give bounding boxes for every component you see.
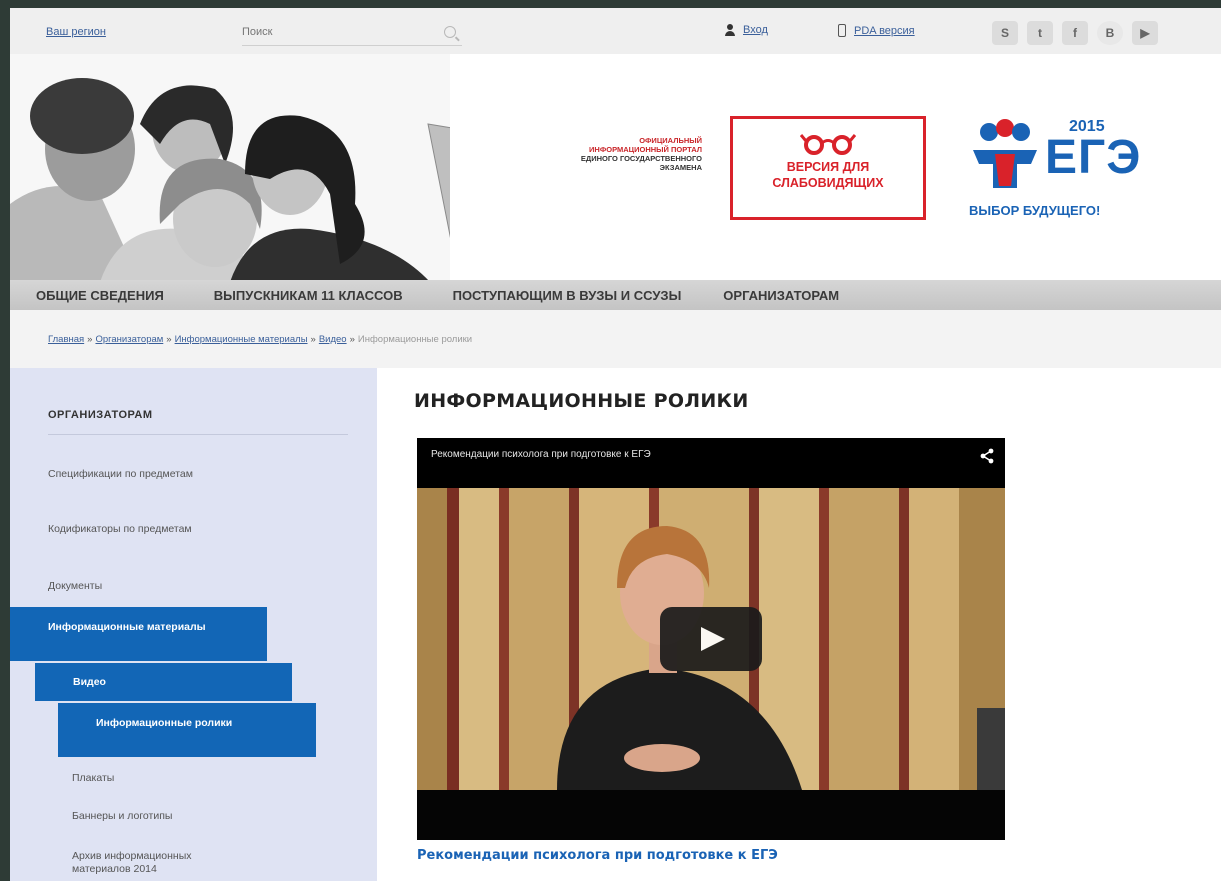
share-icon[interactable] xyxy=(979,448,995,464)
login-link[interactable]: Вход xyxy=(725,24,768,36)
sidebar-item-archive[interactable]: Архив информационных материалов 2014 xyxy=(72,850,212,876)
sidebar-item-codifiers[interactable]: Кодификаторы по предметам xyxy=(48,523,218,536)
sidebar-item-video[interactable]: Видео xyxy=(35,663,292,701)
youtube-icon[interactable]: ▶ xyxy=(1132,21,1158,45)
logo-word: ЕГЭ xyxy=(1045,131,1142,184)
phone-icon xyxy=(838,24,846,37)
video-caption-link[interactable]: Рекомендации психолога при подготовке к … xyxy=(417,848,778,863)
breadcrumb-separator: » xyxy=(87,334,93,345)
nav-organizers[interactable]: ОРГАНИЗАТОРАМ xyxy=(723,288,839,303)
video-title[interactable]: Рекомендации психолога при подготовке к … xyxy=(431,449,651,460)
breadcrumb-info-materials[interactable]: Информационные материалы xyxy=(175,334,308,345)
skype-icon[interactable]: S xyxy=(992,21,1018,45)
glasses-icon xyxy=(800,134,856,155)
students-photo xyxy=(10,54,450,282)
sidebar-divider xyxy=(48,434,348,435)
portal-line-3: ЕДИНОГО ГОСУДАРСТВЕННОГО xyxy=(580,154,702,163)
portal-description: ОФИЦИАЛЬНЫЙ ИНФОРМАЦИОННЫЙ ПОРТАЛ ЕДИНОГ… xyxy=(472,136,702,172)
play-button[interactable] xyxy=(660,607,762,671)
page-title: ИНФОРМАЦИОННЫЕ РОЛИКИ xyxy=(414,390,749,412)
low-vision-button[interactable]: ВЕРСИЯ ДЛЯ СЛАБОВИДЯЩИХ xyxy=(730,116,926,220)
portal-line-2: ИНФОРМАЦИОННЫЙ ПОРТАЛ xyxy=(589,145,702,154)
pda-version-link[interactable]: PDA версия xyxy=(838,24,915,37)
breadcrumb-current: Информационные ролики xyxy=(357,334,473,345)
page: Ваш регион Вход PDA версия S t f B ▶ xyxy=(10,8,1221,881)
facebook-icon[interactable]: f xyxy=(1062,21,1088,45)
video-title-bar: Рекомендации психолога при подготовке к … xyxy=(417,438,1005,488)
breadcrumb-organizers[interactable]: Организаторам xyxy=(95,334,163,345)
sidebar-title: ОРГАНИЗАТОРАМ xyxy=(48,409,153,421)
breadcrumb-home[interactable]: Главная xyxy=(48,334,84,345)
ege-logo[interactable]: 2015 ЕГЭ ВЫБОР БУДУЩЕГО! xyxy=(965,116,1185,236)
breadcrumb-separator: » xyxy=(349,334,355,345)
ege-emblem-icon xyxy=(973,119,1037,188)
pda-label[interactable]: PDA версия xyxy=(854,25,915,37)
sidebar-item-documents[interactable]: Документы xyxy=(48,580,218,593)
portal-line-1: ОФИЦИАЛЬНЫЙ xyxy=(639,136,702,145)
video-control-bar xyxy=(417,790,1005,840)
user-icon xyxy=(725,24,735,36)
breadcrumb-separator: » xyxy=(166,334,172,345)
breadcrumb: Главная» Организаторам» Информационные мат… xyxy=(48,334,472,345)
logo-tagline: ВЫБОР БУДУЩЕГО! xyxy=(969,203,1101,218)
top-bar: Ваш регион Вход PDA версия S t f B ▶ xyxy=(10,8,1221,55)
search-icon[interactable] xyxy=(444,26,456,38)
search-box[interactable] xyxy=(242,21,462,46)
nav-applicants[interactable]: ПОСТУПАЮЩИМ В ВУЗЫ И ССУЗЫ xyxy=(453,288,682,303)
low-vision-line-2: СЛАБОВИДЯЩИХ xyxy=(772,176,884,190)
nav-graduates[interactable]: ВЫПУСКНИКАМ 11 КЛАССОВ xyxy=(214,288,403,303)
social-links: S t f B ▶ xyxy=(992,21,1158,45)
breadcrumb-bar: Главная» Организаторам» Информационные мат… xyxy=(10,310,1221,368)
login-label[interactable]: Вход xyxy=(743,24,768,36)
breadcrumb-video[interactable]: Видео xyxy=(319,334,347,345)
sidebar-item-info-clips[interactable]: Информационные ролики xyxy=(58,703,316,757)
sidebar-item-posters[interactable]: Плакаты xyxy=(72,772,242,785)
sidebar: ОРГАНИЗАТОРАМ Спецификации по предметам … xyxy=(10,368,377,881)
nav-general-info[interactable]: ОБЩИЕ СВЕДЕНИЯ xyxy=(36,288,164,303)
sidebar-item-banners[interactable]: Баннеры и логотипы xyxy=(72,810,242,823)
sidebar-item-specifications[interactable]: Спецификации по предметам xyxy=(48,468,218,481)
twitter-icon[interactable]: t xyxy=(1027,21,1053,45)
low-vision-line-1: ВЕРСИЯ ДЛЯ xyxy=(786,160,870,174)
video-player[interactable]: Рекомендации психолога при подготовке к … xyxy=(417,438,1005,840)
breadcrumb-separator: » xyxy=(310,334,316,345)
main-nav: ОБЩИЕ СВЕДЕНИЯ ВЫПУСКНИКАМ 11 КЛАССОВ ПО… xyxy=(10,280,1221,310)
sidebar-item-info-materials[interactable]: Информационные материалы xyxy=(10,607,267,661)
portal-line-4: ЭКЗАМЕНА xyxy=(659,163,702,172)
vkontakte-icon[interactable]: B xyxy=(1097,21,1123,45)
region-link[interactable]: Ваш регион xyxy=(46,26,106,38)
search-input[interactable] xyxy=(242,21,432,43)
site-header: ОФИЦИАЛЬНЫЙ ИНФОРМАЦИОННЫЙ ПОРТАЛ ЕДИНОГ… xyxy=(10,54,1221,282)
